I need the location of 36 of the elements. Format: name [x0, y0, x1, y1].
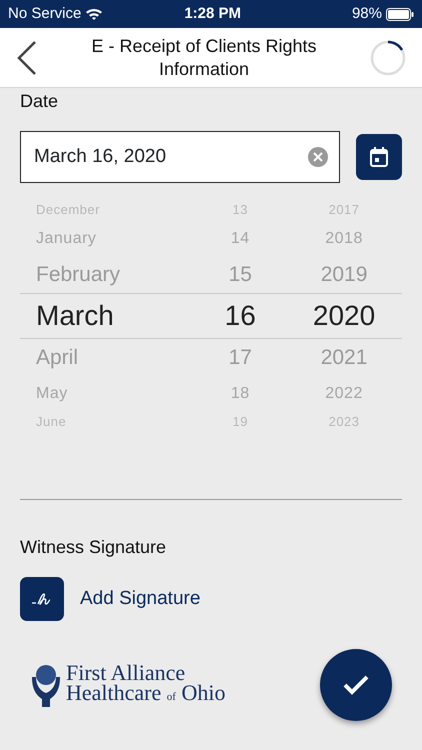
picker-month[interactable]: January: [36, 230, 96, 246]
picker-month[interactable]: May: [36, 384, 68, 402]
loading-spinner-icon: [370, 40, 406, 76]
logo-text: First Alliance: [66, 663, 186, 683]
picker-day[interactable]: 18: [230, 384, 250, 402]
submit-button[interactable]: [320, 649, 392, 721]
picker-day[interactable]: 17: [228, 346, 252, 369]
calendar-button[interactable]: [356, 134, 402, 180]
picker-day[interactable]: 14: [230, 230, 250, 246]
calendar-icon: [370, 147, 388, 167]
picker-month[interactable]: March: [36, 300, 114, 331]
check-icon: [343, 675, 369, 695]
picker-day[interactable]: 15: [228, 262, 252, 286]
picker-month[interactable]: February: [36, 262, 120, 286]
logo-text: Healthcare of Ohio: [66, 683, 226, 707]
date-field[interactable]: March 16, 2020: [20, 131, 340, 183]
picker-year[interactable]: 2020: [312, 300, 376, 331]
wifi-icon: [85, 7, 104, 21]
hands-brain-icon: [30, 663, 62, 707]
picker-year[interactable]: 2019: [320, 262, 368, 286]
clear-icon[interactable]: [307, 146, 329, 168]
picker-year[interactable]: 2021: [320, 346, 368, 369]
clock-text: 1:28 PM: [184, 4, 242, 24]
date-label: Date: [20, 90, 60, 113]
witness-signature-label: Witness Signature: [20, 536, 168, 559]
battery-icon: [386, 8, 414, 20]
carrier-text: No Service: [8, 4, 82, 24]
page-title: E - Receipt of Clients Rights Information: [90, 34, 318, 80]
signature-button[interactable]: [20, 577, 64, 621]
add-signature-link[interactable]: Add Signature: [80, 584, 200, 614]
picker-month[interactable]: April: [36, 346, 78, 369]
back-button[interactable]: [16, 40, 38, 76]
picker-year[interactable]: 2022: [325, 384, 363, 402]
picker-year[interactable]: 2018: [325, 230, 363, 246]
picker-day[interactable]: 16: [224, 300, 256, 331]
battery-text: 98%: [352, 4, 382, 24]
